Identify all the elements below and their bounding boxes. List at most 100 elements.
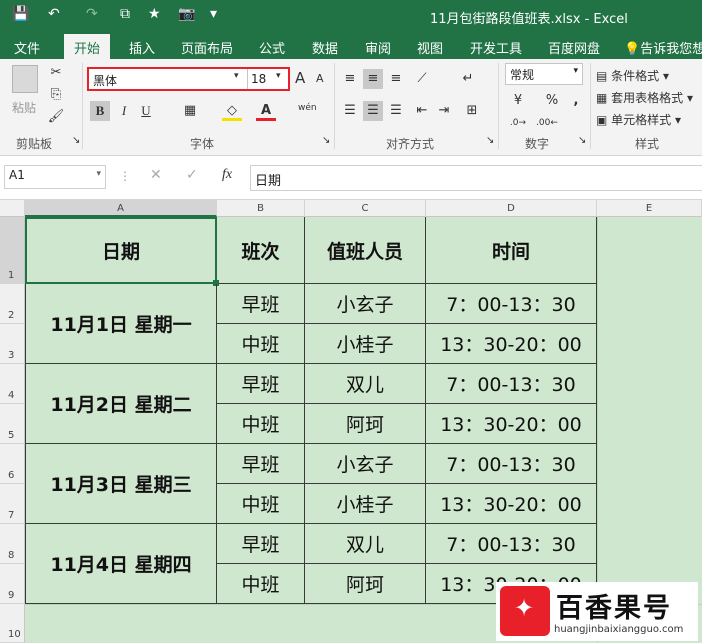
- tab-insert[interactable]: 插入: [129, 38, 155, 57]
- border-icon[interactable]: ▦: [180, 101, 200, 121]
- column-header-d[interactable]: D: [426, 200, 597, 217]
- row-header-7[interactable]: 7: [0, 484, 25, 524]
- save-icon[interactable]: 💾: [12, 6, 29, 22]
- shift-cell[interactable]: 早班: [217, 444, 305, 484]
- staff-cell[interactable]: 双儿: [305, 524, 426, 564]
- tell-me-search[interactable]: 💡告诉我您想: [624, 38, 702, 57]
- insert-function-button[interactable]: fx: [222, 167, 232, 183]
- shift-cell[interactable]: 中班: [217, 564, 305, 604]
- tab-home[interactable]: 开始: [64, 34, 111, 59]
- customize-quick-access-icon[interactable]: ▾: [210, 6, 217, 22]
- dialog-launcher-icon[interactable]: ↘: [578, 135, 586, 146]
- row-header-8[interactable]: 8: [0, 524, 25, 564]
- orientation-icon[interactable]: ⟋: [412, 69, 432, 89]
- name-box[interactable]: A1 ▾: [4, 165, 106, 189]
- shift-cell[interactable]: 早班: [217, 524, 305, 564]
- undo-icon[interactable]: ↶: [48, 6, 60, 22]
- underline-button[interactable]: U: [136, 101, 156, 121]
- font-color-button[interactable]: A: [256, 101, 276, 121]
- decrease-font-size-button[interactable]: A: [316, 72, 324, 85]
- increase-decimal-icon[interactable]: .0→: [508, 113, 528, 133]
- tab-data[interactable]: 数据: [312, 38, 338, 57]
- decrease-decimal-icon[interactable]: .00←: [536, 113, 558, 133]
- comma-style-button[interactable]: ,: [566, 91, 586, 111]
- staff-cell[interactable]: 小桂子: [305, 324, 426, 364]
- staff-cell[interactable]: 小玄子: [305, 444, 426, 484]
- phonetic-guide-button[interactable]: wén: [298, 103, 317, 113]
- redo-icon[interactable]: ↷: [86, 6, 98, 22]
- row-header-4[interactable]: 4: [0, 364, 25, 404]
- dialog-launcher-icon[interactable]: ↘: [322, 135, 330, 146]
- shift-cell[interactable]: 中班: [217, 404, 305, 444]
- header-cell-shift[interactable]: 班次: [217, 217, 305, 284]
- cut-icon[interactable]: ✂: [46, 63, 66, 83]
- paste-button[interactable]: 粘贴: [12, 99, 36, 116]
- date-cell[interactable]: 11月1日 星期一: [25, 284, 217, 364]
- align-center-icon[interactable]: ☰: [363, 101, 383, 121]
- format-painter-icon[interactable]: 🖌: [46, 107, 66, 127]
- italic-button[interactable]: I: [114, 101, 134, 121]
- time-cell[interactable]: 13：30-20：00: [426, 404, 597, 444]
- shift-cell[interactable]: 中班: [217, 324, 305, 364]
- row-header-1[interactable]: 1: [0, 217, 25, 284]
- align-top-icon[interactable]: ≡: [340, 69, 360, 89]
- increase-indent-icon[interactable]: ⇥: [434, 101, 454, 121]
- time-cell[interactable]: 7：00-13：30: [426, 364, 597, 404]
- tab-file[interactable]: 文件: [14, 38, 40, 57]
- staff-cell[interactable]: 阿珂: [305, 404, 426, 444]
- chevron-down-icon[interactable]: ▾: [234, 71, 239, 81]
- align-middle-icon[interactable]: ≡: [363, 69, 383, 89]
- conditional-formatting-button[interactable]: ▤ 条件格式 ▾: [596, 67, 669, 84]
- align-right-icon[interactable]: ☰: [386, 101, 406, 121]
- date-cell[interactable]: 11月3日 星期三: [25, 444, 217, 524]
- shift-cell[interactable]: 早班: [217, 284, 305, 324]
- time-cell[interactable]: 13：30-20：00: [426, 324, 597, 364]
- font-name-dropdown[interactable]: 黑体: [93, 72, 117, 89]
- fill-color-icon[interactable]: ◇: [222, 101, 242, 121]
- cancel-icon[interactable]: ✕: [150, 167, 162, 183]
- tab-view[interactable]: 视图: [417, 38, 443, 57]
- time-cell[interactable]: 7：00-13：30: [426, 444, 597, 484]
- number-format-dropdown[interactable]: 常规 ▾: [505, 63, 583, 85]
- format-as-table-button[interactable]: ▦ 套用表格格式 ▾: [596, 89, 693, 106]
- header-cell-date[interactable]: 日期: [25, 217, 217, 284]
- header-cell-time[interactable]: 时间: [426, 217, 597, 284]
- dialog-launcher-icon[interactable]: ↘: [72, 135, 80, 146]
- star-icon[interactable]: ★: [148, 6, 161, 22]
- worksheet-grid[interactable]: 日期 班次 值班人员 时间 11月1日 星期一 11月2日 星期二 11月3日 …: [25, 217, 702, 643]
- row-header-6[interactable]: 6: [0, 444, 25, 484]
- enter-icon[interactable]: ✓: [186, 167, 198, 183]
- bold-button[interactable]: B: [90, 101, 110, 121]
- date-cell[interactable]: 11月4日 星期四: [25, 524, 217, 604]
- font-size-dropdown[interactable]: 18: [251, 72, 266, 86]
- column-header-e[interactable]: E: [597, 200, 702, 217]
- row-header-10[interactable]: 10: [0, 604, 25, 643]
- row-header-5[interactable]: 5: [0, 404, 25, 444]
- row-header-3[interactable]: 3: [0, 324, 25, 364]
- staff-cell[interactable]: 小玄子: [305, 284, 426, 324]
- currency-icon[interactable]: ¥: [508, 91, 528, 111]
- date-cell[interactable]: 11月2日 星期二: [25, 364, 217, 444]
- select-all-corner[interactable]: [0, 200, 25, 217]
- time-cell[interactable]: 7：00-13：30: [426, 284, 597, 324]
- merge-center-icon[interactable]: ⊞: [462, 101, 482, 121]
- tab-page-layout[interactable]: 页面布局: [181, 38, 233, 57]
- tab-formulas[interactable]: 公式: [259, 38, 285, 57]
- tab-baidu-netdisk[interactable]: 百度网盘: [548, 38, 600, 57]
- decrease-indent-icon[interactable]: ⇤: [412, 101, 432, 121]
- time-cell[interactable]: 13：30-20：00: [426, 484, 597, 524]
- staff-cell[interactable]: 阿珂: [305, 564, 426, 604]
- row-header-9[interactable]: 9: [0, 564, 25, 604]
- time-cell[interactable]: 7：00-13：30: [426, 524, 597, 564]
- shift-cell[interactable]: 早班: [217, 364, 305, 404]
- column-header-c[interactable]: C: [305, 200, 426, 217]
- header-cell-staff[interactable]: 值班人员: [305, 217, 426, 284]
- row-header-2[interactable]: 2: [0, 284, 25, 324]
- tab-review[interactable]: 审阅: [365, 38, 391, 57]
- align-bottom-icon[interactable]: ≡: [386, 69, 406, 89]
- wrap-text-icon[interactable]: ↵: [458, 69, 478, 89]
- align-left-icon[interactable]: ☰: [340, 101, 360, 121]
- chevron-down-icon[interactable]: ▾: [276, 71, 281, 81]
- formula-input[interactable]: 日期: [250, 165, 702, 191]
- percent-button[interactable]: %: [542, 91, 562, 111]
